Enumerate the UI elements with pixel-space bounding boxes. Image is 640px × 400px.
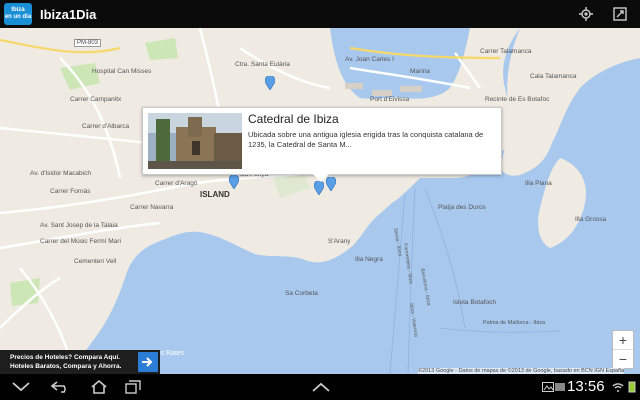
app-title: Ibiza1Dia (40, 6, 97, 22)
label-carrer-navarra: Carrer Navarra (130, 204, 174, 211)
back-icon (51, 381, 66, 393)
label-av-joan-carles: Av. Joan Carles I (345, 56, 394, 63)
cathedral-photo (148, 113, 242, 169)
ad-arrow-button[interactable] (138, 352, 158, 372)
map-marker-icon[interactable] (314, 181, 324, 195)
chevron-up-icon (312, 382, 330, 392)
label-port-eivissa: Port d'Eivissa (370, 96, 410, 103)
label-cala-talamanca: Cala Talamanca (530, 73, 577, 80)
system-navbar: 13:56 (0, 374, 640, 400)
road-badge: PM-803 (74, 39, 102, 47)
label-marina: Marina (410, 68, 430, 75)
label-carrer-campanitx: Carrer Campanitx (70, 96, 122, 103)
label-hospital: Hospital Can Misses (92, 68, 152, 75)
map-view[interactable]: PM-803 Hospital Can Misses Carrer Campan… (0, 28, 640, 374)
nav-down-button[interactable] (10, 379, 32, 395)
gallery-notification-icon (542, 382, 554, 392)
label-isleta-botafoc: Isleta Botafoch (453, 299, 496, 306)
chevron-down-icon (12, 382, 30, 392)
ad-line2: Hoteles Baratos, Compara y Ahorra. (10, 363, 122, 370)
recents-button[interactable] (122, 379, 144, 395)
status-clock: 13:56 (567, 378, 605, 395)
app-logo-line2: en un día (4, 14, 32, 20)
label-avinguda-isidor: Av. d'Isidor Macabich (30, 170, 91, 177)
app-logo[interactable]: Ibiza en un día (4, 3, 32, 25)
recent-apps-icon (125, 380, 141, 394)
info-description: Ubicada sobre una antigua iglesia erigid… (248, 130, 484, 149)
zoom-out-button[interactable]: − (613, 350, 633, 368)
app-logo-line1: Ibiza (11, 7, 25, 13)
arrow-right-icon (142, 357, 153, 367)
home-button[interactable] (88, 379, 110, 395)
fullscreen-icon[interactable] (610, 4, 630, 24)
action-bar: Ibiza en un día Ibiza1Dia (0, 0, 640, 28)
label-carrer-arago: Carrer d'Aragó (155, 180, 198, 187)
info-title: Catedral de Ibiza (248, 112, 339, 126)
nav-up-button[interactable] (310, 379, 332, 395)
label-island: ISLAND (200, 190, 230, 199)
home-icon (91, 380, 107, 394)
label-carrer-albarca: Carrer d'Albarca (82, 123, 130, 130)
zoom-in-button[interactable]: + (613, 331, 633, 350)
label-illa-grossa: Illa Grossa (575, 216, 607, 223)
label-platja-duros: Platja des Duros (438, 204, 486, 211)
battery-icon (628, 381, 636, 393)
label-av-sant-josep: Av. Sant Josep de la Talaia (40, 222, 118, 229)
label-carrer-music: Carrer del Músic Fermí Mari (40, 238, 121, 245)
storage-notification-icon (555, 383, 565, 391)
map-marker-icon[interactable] (265, 76, 275, 90)
ad-line1: Precios de Hoteles? Compara Aquí. (10, 354, 120, 361)
ad-banner[interactable]: Precios de Hoteles? Compara Aquí. Hotele… (0, 350, 160, 374)
label-sa-corbeta: Sa Corbeta (285, 290, 318, 297)
label-illa-negra: Illa Negra (355, 256, 383, 263)
label-carrer-talamanca: Carrer Talamanca (480, 48, 532, 55)
label-carrer-fornas: Carrer Fornàs (50, 188, 91, 195)
wifi-icon (612, 383, 624, 392)
label-s-arany: S'Arany (328, 238, 351, 245)
locate-icon[interactable] (576, 4, 596, 24)
info-window[interactable]: Catedral de Ibiza Ubicada sobre una anti… (142, 107, 502, 182)
label-cementeri: Cementeri Vell (74, 258, 117, 265)
map-marker-icon[interactable] (229, 175, 239, 189)
back-button[interactable] (50, 379, 72, 395)
label-illa-plana: Illa Plana (525, 180, 552, 187)
zoom-control: + − (612, 330, 634, 369)
label-recinte: Recinte de Es Botafoc (485, 96, 550, 103)
label-route-palma: Palma de Mallorca - Ibiza (483, 320, 546, 326)
label-ctra-santa: Ctra. Santa Eulària (235, 61, 290, 68)
